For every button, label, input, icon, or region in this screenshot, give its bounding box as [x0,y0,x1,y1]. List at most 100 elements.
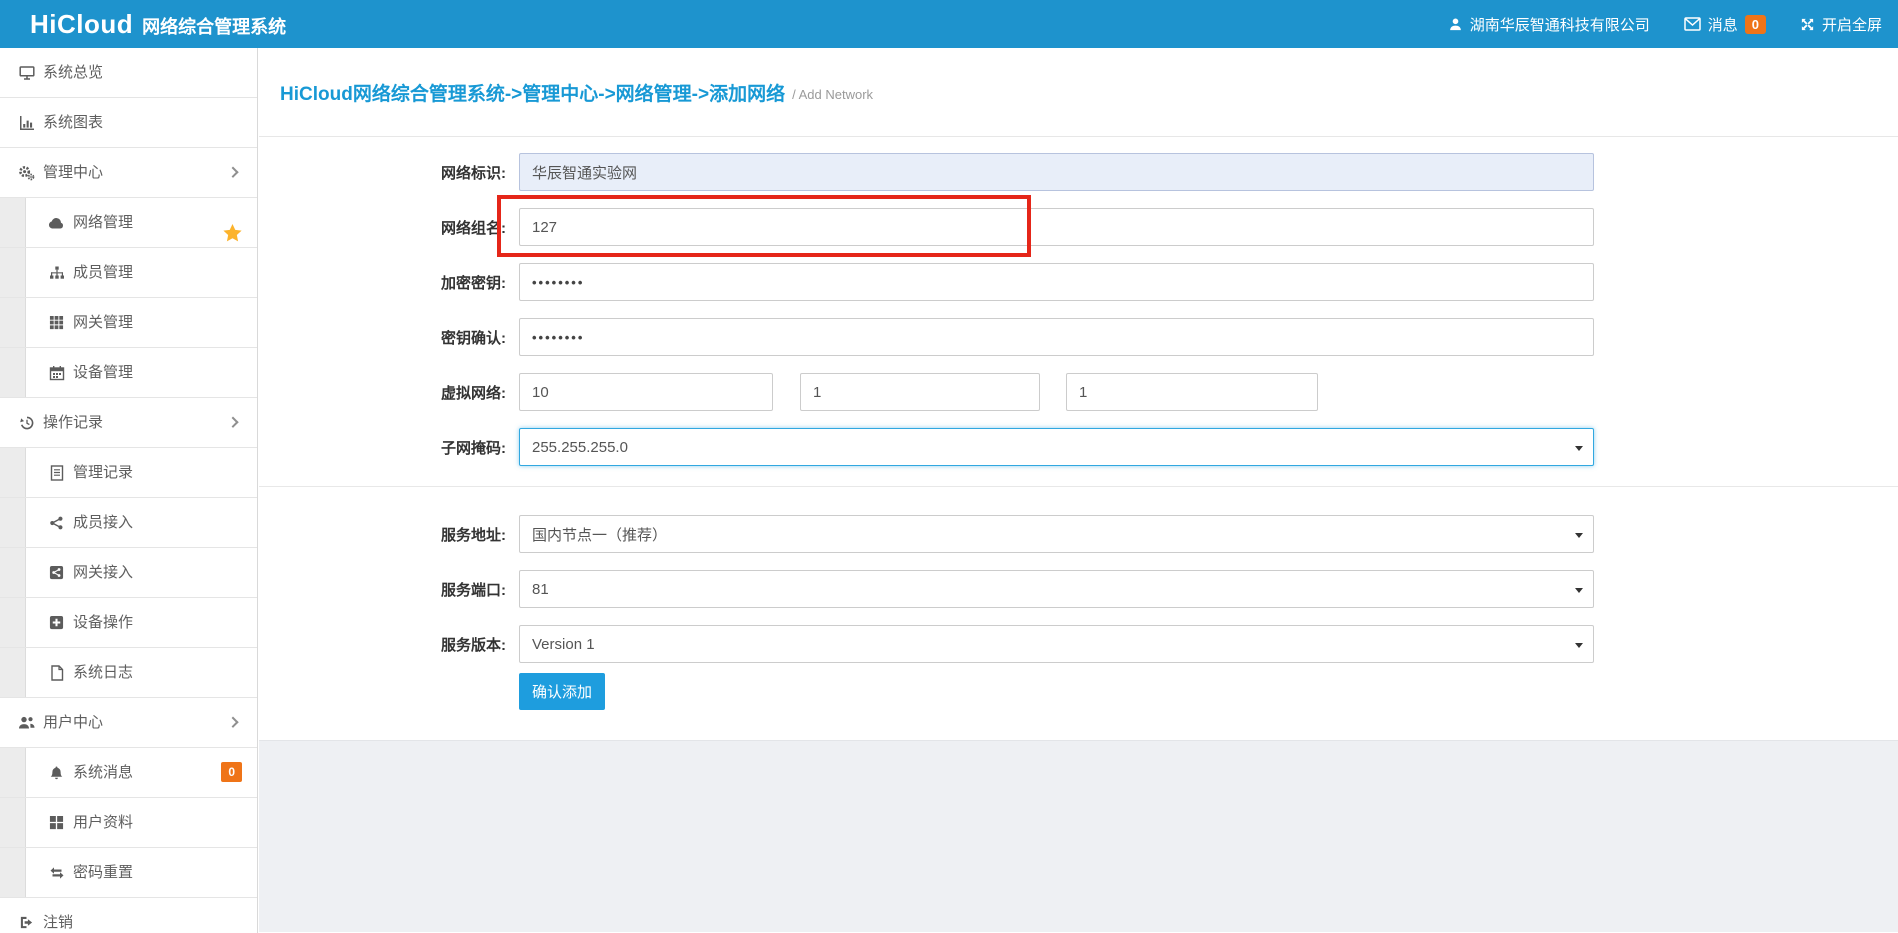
calendar-icon [48,365,65,381]
sidebar-item-label: 设备管理 [73,348,133,397]
sidebar-item-system-logs[interactable]: 系统日志 [0,648,257,698]
topbar: HiCloud 网络综合管理系统 湖南华辰智通科技有限公司 消息 0 开启全屏 [0,0,1898,48]
breadcrumb: HiCloud网络综合管理系统->管理中心->网络管理->添加网络 / Add … [259,48,1898,137]
messages-count-badge: 0 [1745,15,1766,34]
main-content: HiCloud网络综合管理系统->管理中心->网络管理->添加网络 / Add … [259,48,1898,933]
sidebar-item-label: 注销 [43,898,73,933]
fullscreen-icon [1800,17,1815,32]
service-version-select[interactable]: Version 1 [519,625,1594,663]
chevron-down-icon [1575,643,1583,648]
sidebar-item-admin-center[interactable]: 管理中心 [0,148,257,198]
service-address-select[interactable]: 国内节点一（推荐） [519,515,1594,553]
service-version-label: 服务版本: [259,634,506,655]
confirm-add-button[interactable]: 确认添加 [519,673,605,710]
subnet-mask-value: 255.255.255.0 [532,439,628,456]
breadcrumb-suffix: / Add Network [792,83,873,102]
chevron-down-icon [1575,533,1583,538]
sidebar-item-gateway-access[interactable]: 网关接入 [0,548,257,598]
messages-menu[interactable]: 消息 0 [1684,14,1766,35]
messages-label: 消息 [1708,14,1738,35]
sidebar-item-gateway-management[interactable]: 网关管理 [0,298,257,348]
sidebar-item-label: 用户中心 [43,698,103,747]
chevron-down-icon [1575,588,1583,593]
chevron-right-icon [227,716,238,727]
breadcrumb-path[interactable]: HiCloud网络综合管理系统->管理中心->网络管理->添加网络 [280,79,785,106]
virtual-network-octet3-input[interactable] [1066,373,1318,411]
file-text-icon [48,465,65,481]
virtual-network-octet2-input[interactable] [800,373,1040,411]
service-port-label: 服务端口: [259,579,506,600]
chevron-down-icon [1575,446,1583,451]
sidebar-item-label: 网关接入 [73,548,133,597]
section-divider [259,486,1898,487]
users-icon [18,715,35,730]
account-menu[interactable]: 湖南华辰智通科技有限公司 [1448,14,1650,35]
brand-name: HiCloud [30,9,133,40]
service-address-value: 国内节点一（推荐） [532,524,667,545]
fullscreen-label: 开启全屏 [1822,14,1882,35]
messages-count-badge: 0 [221,762,242,782]
app-logo: HiCloud 网络综合管理系统 [30,9,286,40]
fullscreen-toggle[interactable]: 开启全屏 [1800,14,1882,35]
sidebar-item-label: 成员接入 [73,498,133,547]
add-network-form: 网络标识: 网络组名: 加密密钥: 密钥确认: 虚拟网络: [259,137,1898,740]
sidebar-item-label: 网关管理 [73,298,133,347]
key-confirm-input[interactable] [519,318,1594,356]
grid-icon [48,315,65,330]
network-id-label: 网络标识: [259,162,506,183]
share-icon [48,515,65,531]
content-footer-area [259,740,1898,932]
sidebar-item-device-operations[interactable]: 设备操作 [0,598,257,648]
sidebar: 系统总览 系统图表 管理中心 网络管理 成员管理 网关管理 设备管理 操作记录 … [0,48,258,933]
network-id-input[interactable] [519,153,1594,191]
retweet-icon [48,866,65,880]
sidebar-item-label: 系统总览 [43,48,103,97]
sidebar-item-member-management[interactable]: 成员管理 [0,248,257,298]
sidebar-item-logout[interactable]: 注销 [0,898,257,933]
sidebar-item-network-management[interactable]: 网络管理 [0,198,257,248]
share-square-icon [48,565,65,580]
sidebar-item-label: 管理记录 [73,448,133,497]
virtual-network-label: 虚拟网络: [259,382,506,403]
service-address-label: 服务地址: [259,524,506,545]
sidebar-item-admin-records[interactable]: 管理记录 [0,448,257,498]
th-large-icon [48,815,65,830]
sidebar-item-label: 密码重置 [73,848,133,897]
sidebar-item-system-charts[interactable]: 系统图表 [0,98,257,148]
sidebar-item-operation-records[interactable]: 操作记录 [0,398,257,448]
bell-icon [48,765,65,781]
gears-icon [18,165,35,181]
sidebar-item-system-overview[interactable]: 系统总览 [0,48,257,98]
service-port-value: 81 [532,581,549,598]
sidebar-item-label: 用户资料 [73,798,133,847]
sidebar-item-user-center[interactable]: 用户中心 [0,698,257,748]
history-icon [18,415,35,431]
virtual-network-octet1-input[interactable] [519,373,773,411]
sidebar-item-label: 系统消息 [73,748,133,797]
file-icon [48,665,65,681]
sign-out-icon [18,915,35,930]
sidebar-item-user-profile[interactable]: 用户资料 [0,798,257,848]
service-port-select[interactable]: 81 [519,570,1594,608]
bar-chart-icon [18,115,35,131]
sidebar-item-member-access[interactable]: 成员接入 [0,498,257,548]
user-icon [1448,17,1463,32]
group-name-input[interactable] [519,208,1594,246]
sidebar-item-device-management[interactable]: 设备管理 [0,348,257,398]
sidebar-item-label: 操作记录 [43,398,103,447]
sidebar-item-password-reset[interactable]: 密码重置 [0,848,257,898]
group-name-label: 网络组名: [259,217,506,238]
subnet-mask-select[interactable]: 255.255.255.0 [519,428,1594,466]
encrypt-key-input[interactable] [519,263,1594,301]
chevron-right-icon [227,166,238,177]
company-name: 湖南华辰智通科技有限公司 [1470,14,1650,35]
sidebar-item-label: 网络管理 [73,198,133,247]
key-confirm-label: 密钥确认: [259,327,506,348]
sidebar-item-label: 系统图表 [43,98,103,147]
service-version-value: Version 1 [532,636,595,653]
sidebar-item-system-messages[interactable]: 系统消息 0 [0,748,257,798]
envelope-icon [1684,17,1701,31]
sidebar-item-label: 管理中心 [43,148,103,197]
desktop-icon [18,65,35,81]
cloud-icon [48,216,65,230]
